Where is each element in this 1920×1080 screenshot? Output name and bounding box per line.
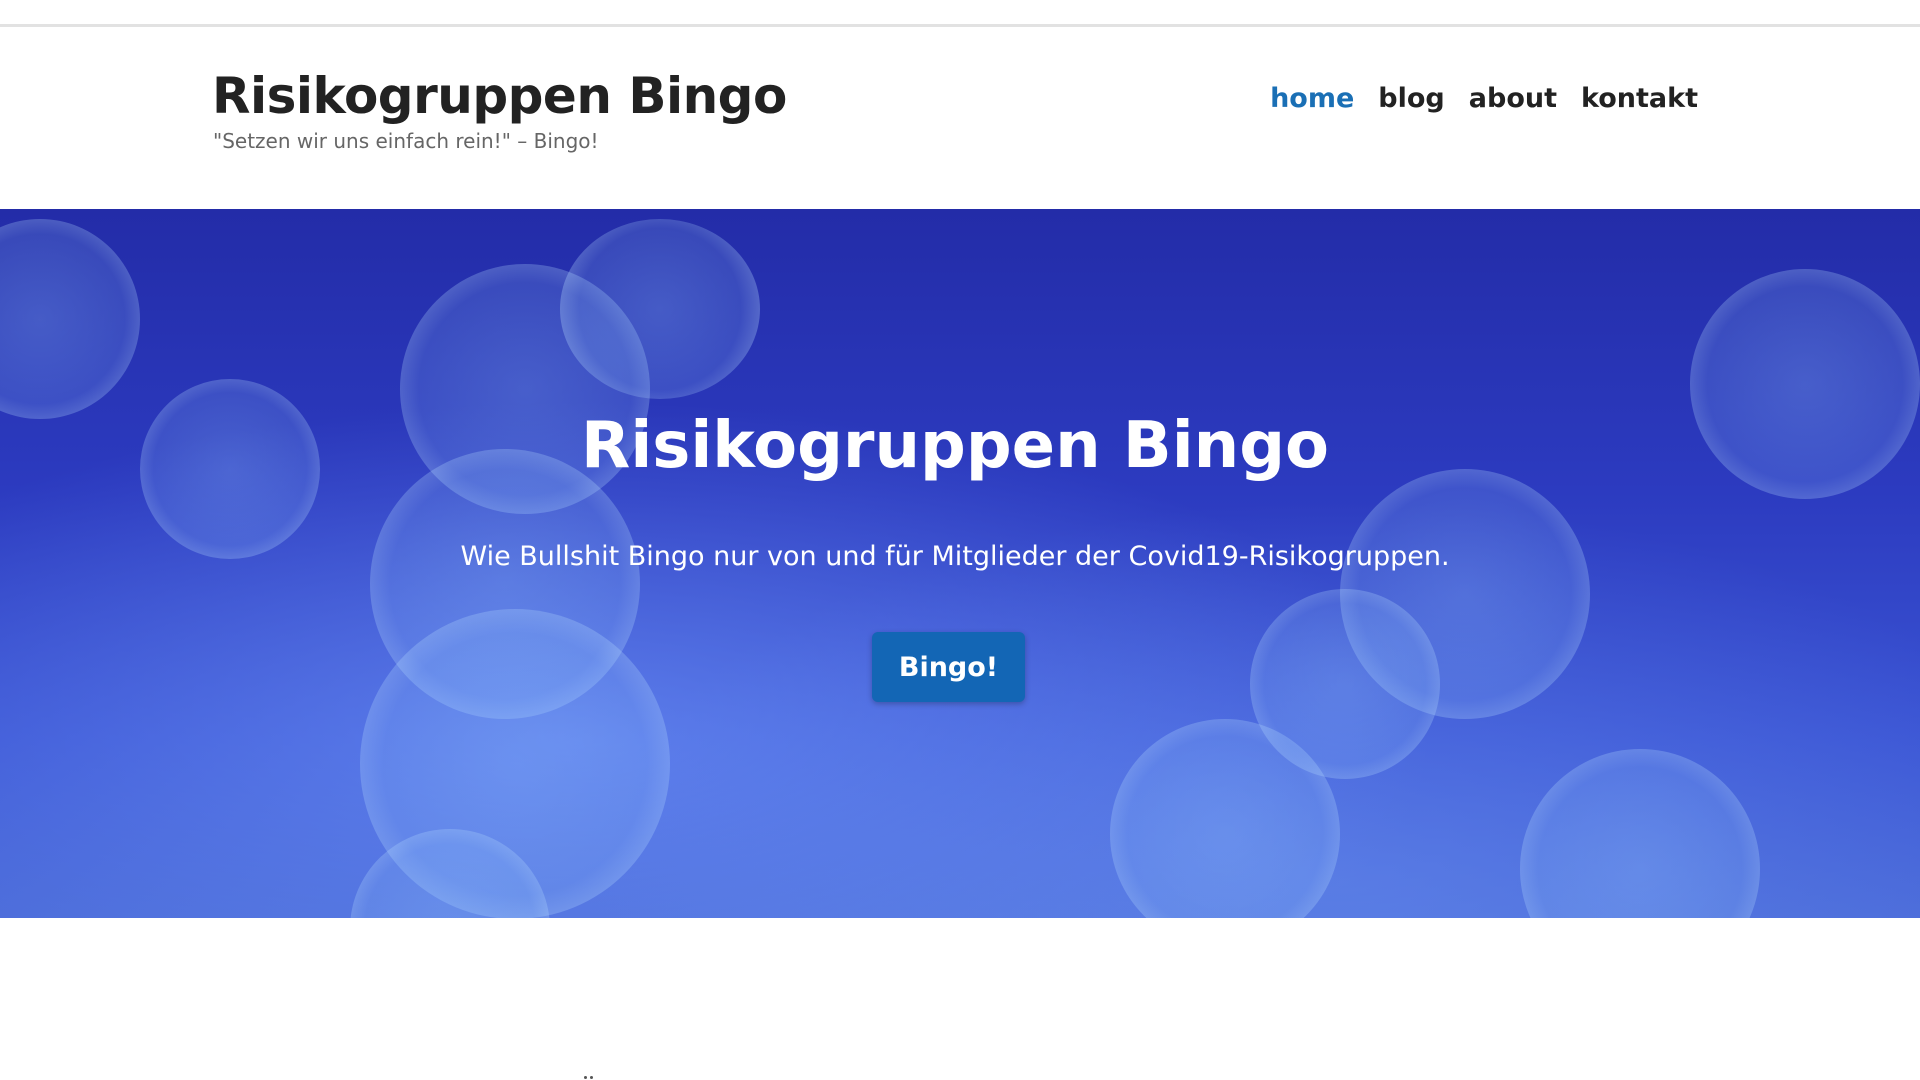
content-area bbox=[0, 918, 1920, 1080]
main-navigation: home blog about kontakt bbox=[1270, 83, 1698, 114]
site-header: Risikogruppen Bingo "Setzen wir uns einf… bbox=[0, 27, 1920, 209]
site-title[interactable]: Risikogruppen Bingo bbox=[212, 67, 787, 125]
bingo-button[interactable]: Bingo! bbox=[872, 632, 1025, 702]
hero-banner: Risikogruppen Bingo Wie Bullshit Bingo n… bbox=[0, 209, 1920, 918]
nav-item-about[interactable]: about bbox=[1469, 83, 1557, 114]
hero-subtitle: Wie Bullshit Bingo nur von und für Mitgl… bbox=[460, 541, 1450, 572]
site-tagline: "Setzen wir uns einfach rein!" – Bingo! bbox=[213, 129, 599, 153]
nav-item-kontakt[interactable]: kontakt bbox=[1581, 83, 1698, 114]
hero-content: Risikogruppen Bingo Wie Bullshit Bingo n… bbox=[0, 209, 1920, 918]
nav-item-home[interactable]: home bbox=[1270, 83, 1354, 114]
nav-item-blog[interactable]: blog bbox=[1378, 83, 1444, 114]
text-fragment bbox=[584, 1076, 594, 1079]
hero-title: Risikogruppen Bingo bbox=[581, 409, 1329, 483]
